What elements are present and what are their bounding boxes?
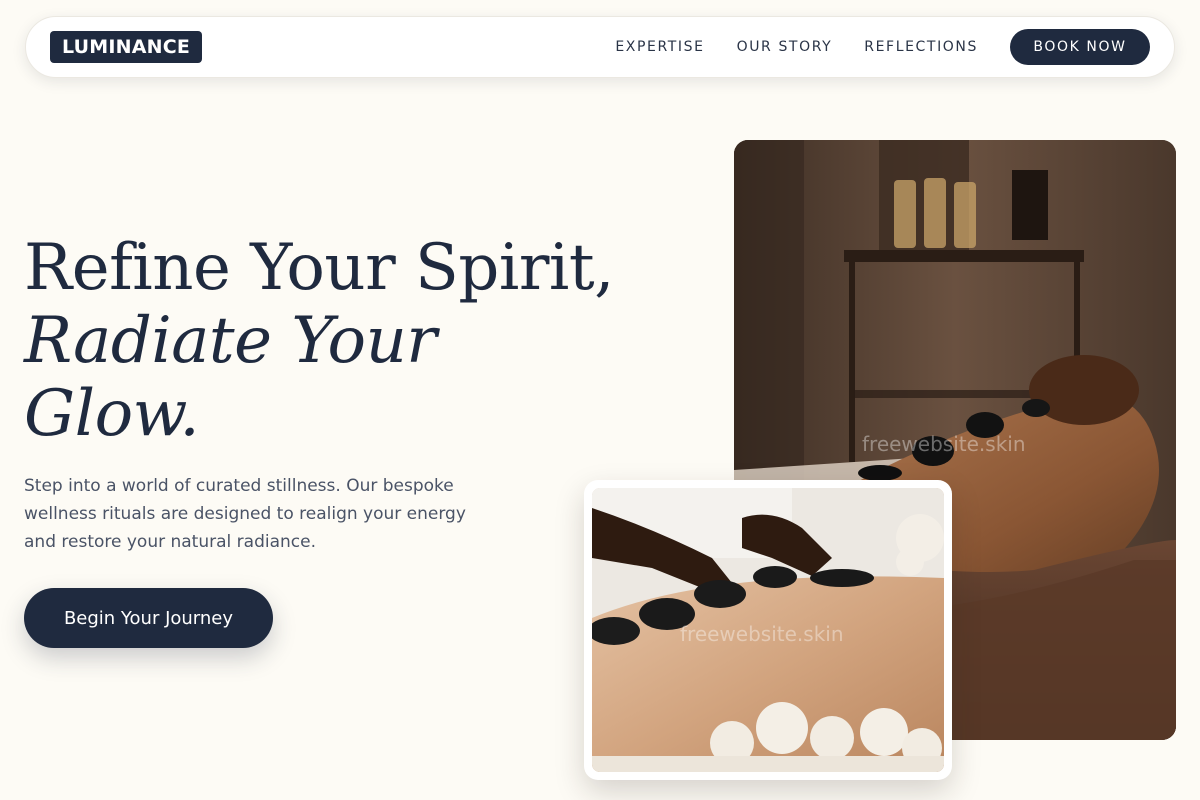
nav-link-our-story[interactable]: OUR STORY: [737, 29, 833, 65]
hero-description: Step into a world of curated stillness. …: [24, 476, 466, 552]
nav-link-expertise[interactable]: EXPERTISE: [615, 29, 704, 65]
top-navbar: LUMINANCE EXPERTISE OUR STORY REFLECTION…: [25, 16, 1175, 78]
hero-headline: Refine Your Spirit, Radiate Your Glow.: [24, 232, 614, 451]
hero-image-frame: freewebsite.skin: [584, 480, 952, 780]
watermark-small: freewebsite.skin: [680, 622, 844, 646]
hero-image-hot-stones: freewebsite.skin: [592, 488, 944, 772]
page: LUMINANCE EXPERTISE OUR STORY REFLECTION…: [0, 0, 1200, 800]
brand-logo[interactable]: LUMINANCE: [50, 31, 203, 63]
begin-journey-button[interactable]: Begin Your Journey: [24, 588, 273, 648]
headline-italic: Radiate Your Glow.: [24, 304, 437, 451]
book-now-button[interactable]: BOOK NOW: [1010, 29, 1150, 65]
nav-link-reflections[interactable]: REFLECTIONS: [864, 29, 978, 65]
watermark-large: freewebsite.skin: [862, 432, 1026, 456]
nav-links: EXPERTISE OUR STORY REFLECTIONS BOOK NOW: [615, 29, 1150, 65]
headline-line-1: Refine Your Spirit,: [24, 231, 614, 305]
